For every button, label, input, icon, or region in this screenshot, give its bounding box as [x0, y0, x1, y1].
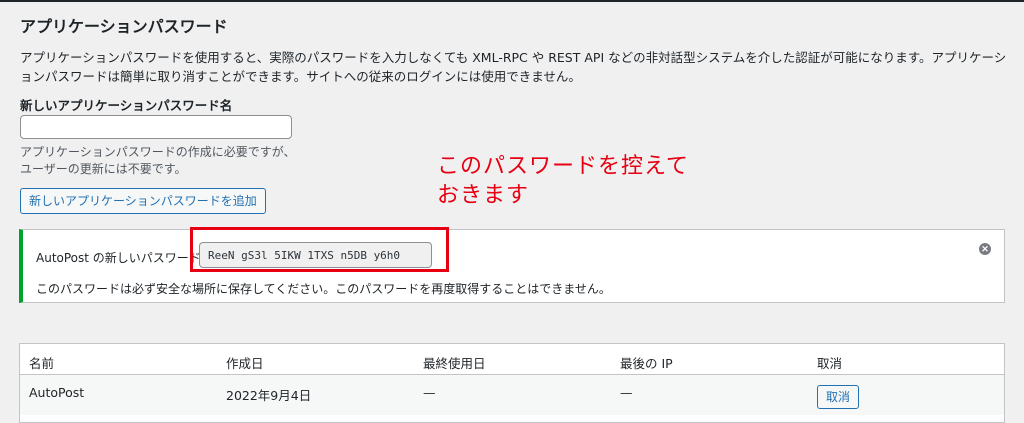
table-row: AutoPost 2022年9月4日 — — 取消 [20, 375, 1004, 415]
column-header-created: 作成日 [226, 356, 264, 371]
dismiss-notice-button[interactable]: ✕ [979, 243, 991, 255]
row-name: AutoPost [29, 385, 85, 400]
add-application-password-button[interactable]: 新しいアプリケーションパスワードを追加 [20, 188, 266, 214]
new-password-name-label: 新しいアプリケーションパスワード名 [20, 98, 233, 113]
column-header-last-ip: 最後の IP [620, 356, 673, 371]
red-highlight-box [190, 227, 449, 272]
column-header-name: 名前 [29, 356, 55, 371]
column-header-revoke: 取消 [817, 356, 843, 371]
column-header-last-used: 最終使用日 [423, 356, 486, 371]
section-description: アプリケーションパスワードを使用すると、実際のパスワードを入力しなくても XML… [20, 50, 1007, 84]
annotation-line-1: このパスワードを控えて [437, 154, 689, 179]
field-help-text: アプリケーションパスワードの作成に必要ですが、 ユーザーの更新には不要です。 [20, 144, 320, 178]
revoke-button[interactable]: 取消 [817, 385, 860, 409]
new-password-name-input[interactable] [20, 115, 292, 139]
circle-x-icon: ✕ [981, 244, 989, 254]
row-last-used: — [423, 385, 436, 400]
new-password-label: AutoPost の新しいパスワード: [36, 251, 205, 265]
notice-message: このパスワードは必ず安全な場所に保存してください。このパスワードを再度取得するこ… [36, 282, 611, 296]
help-line-1: アプリケーションパスワードの作成に必要ですが、 [20, 145, 296, 159]
new-password-notice: AutoPost の新しいパスワード: このパスワードは必ず安全な場所に保存して… [19, 229, 1005, 303]
annotation-line-2: おきます [437, 183, 530, 208]
top-edge [0, 0, 1024, 2]
application-passwords-table: 名前 作成日 最終使用日 最後の IP 取消 AutoPost 2022年9月4… [19, 343, 1005, 423]
table-header-row: 名前 作成日 最終使用日 最後の IP 取消 [20, 344, 1004, 375]
section-title: アプリケーションパスワード [20, 17, 228, 36]
row-last-ip: — [620, 385, 633, 400]
help-line-2: ユーザーの更新には不要です。 [20, 162, 187, 176]
row-created: 2022年9月4日 [226, 388, 312, 403]
red-annotation-text: このパスワードを控えて おきます [437, 152, 767, 210]
